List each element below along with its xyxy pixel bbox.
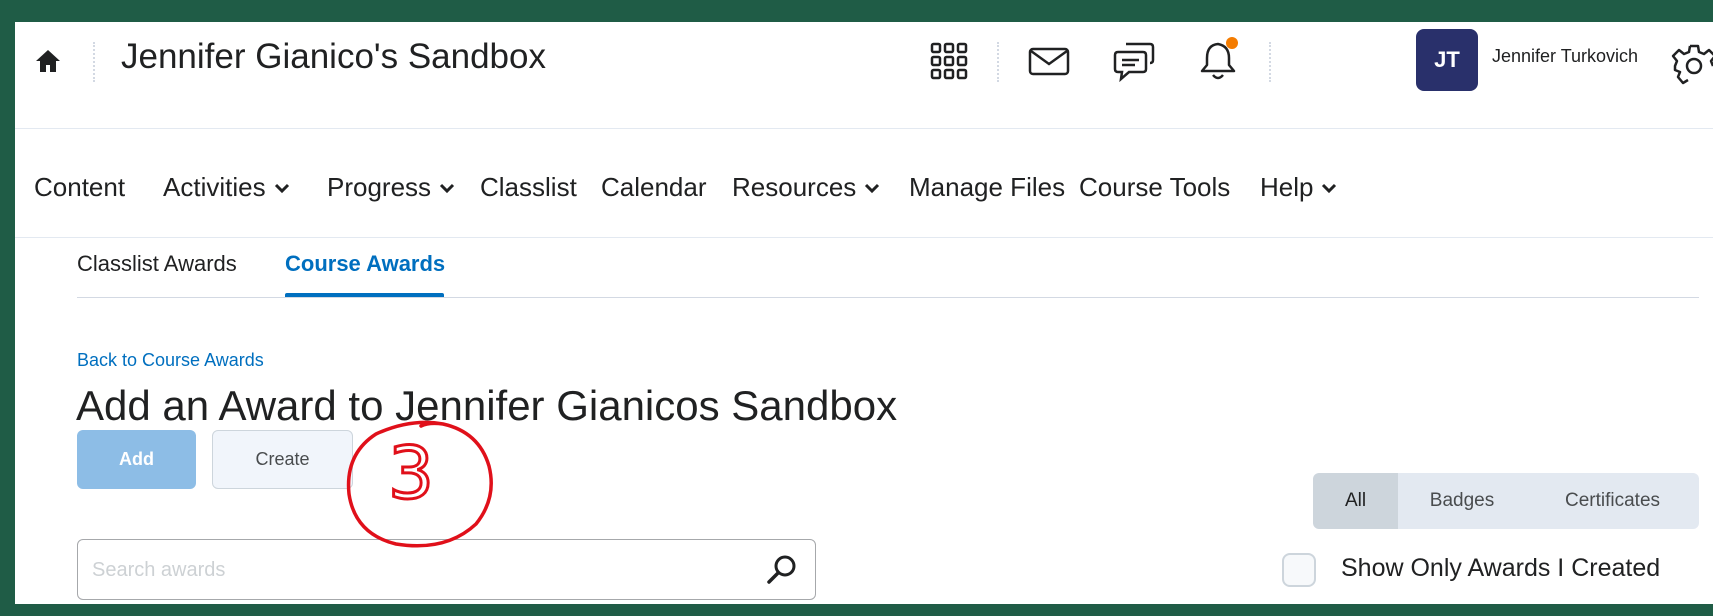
tabs-divider: [77, 297, 1699, 298]
email-icon: [1028, 47, 1070, 76]
filter-badges-button[interactable]: Badges: [1398, 473, 1526, 529]
checkbox-label[interactable]: Show Only Awards I Created: [1341, 554, 1660, 583]
search-icon: [767, 555, 796, 584]
nav-item-calendar[interactable]: Calendar: [601, 172, 707, 203]
nav-item-label: Content: [34, 172, 126, 202]
tab-classlist-awards[interactable]: Classlist Awards: [77, 251, 237, 277]
active-tab-indicator: [285, 293, 444, 297]
annotation-number: 3: [388, 431, 434, 515]
user-name[interactable]: Jennifer Turkovich: [1492, 46, 1638, 67]
chevron-down-icon: [439, 183, 455, 193]
chevron-down-icon: [865, 183, 880, 193]
header: Jennifer Gianico's Sandbox JT Jennifer T…: [15, 22, 1713, 128]
page: Jennifer Gianico's Sandbox JT Jennifer T…: [15, 22, 1713, 604]
show-only-mine-checkbox[interactable]: [1282, 553, 1316, 587]
nav-item-content[interactable]: Content: [34, 172, 125, 203]
header-divider: [93, 42, 95, 82]
chevron-down-icon: [274, 183, 289, 193]
course-navbar: Content Activities Progress Classlist Ca…: [15, 128, 1713, 238]
avatar[interactable]: JT: [1416, 29, 1478, 91]
nav-item-label: Help: [1260, 172, 1314, 202]
home-button[interactable]: [33, 46, 63, 76]
apps-button[interactable]: [928, 40, 970, 87]
add-button[interactable]: Add: [77, 430, 196, 489]
search-button[interactable]: [764, 552, 800, 588]
bell-icon: [1200, 37, 1238, 80]
search-input[interactable]: [92, 550, 732, 590]
nav-item-resources[interactable]: Resources: [732, 172, 880, 203]
nav-item-label: Course Tools: [1079, 172, 1231, 202]
notifications-button[interactable]: [1198, 32, 1244, 87]
nav-item-label: Progress: [327, 172, 432, 202]
nav-item-label: Calendar: [601, 172, 707, 202]
tab-course-awards[interactable]: Course Awards: [285, 251, 445, 277]
search-box: [77, 539, 816, 600]
gear-icon: [1671, 44, 1713, 85]
page-title: Add an Award to Jennifer Gianicos Sandbo…: [76, 382, 898, 429]
filter-all-button[interactable]: All: [1313, 473, 1398, 529]
settings-button[interactable]: [1670, 42, 1713, 95]
nav-item-label: Resources: [732, 172, 857, 202]
apps-grid-icon: [930, 42, 968, 80]
email-button[interactable]: [1027, 44, 1071, 83]
header-divider: [997, 42, 999, 82]
filter-certificates-button[interactable]: Certificates: [1526, 473, 1699, 529]
nav-item-label: Activities: [163, 172, 266, 202]
nav-item-activities[interactable]: Activities: [163, 172, 290, 203]
nav-item-course-tools[interactable]: Course Tools: [1079, 172, 1230, 203]
chevron-down-icon: [1322, 183, 1337, 193]
chat-button[interactable]: [1112, 38, 1156, 89]
award-type-filter: All Badges Certificates: [1313, 473, 1699, 529]
back-link[interactable]: Back to Course Awards: [77, 350, 264, 371]
create-button[interactable]: Create: [212, 430, 353, 489]
nav-item-label: Classlist: [480, 172, 577, 202]
header-divider: [1269, 42, 1271, 82]
chat-icon: [1113, 42, 1155, 83]
nav-item-classlist[interactable]: Classlist: [480, 172, 577, 203]
annotation-circle: 3: [346, 420, 493, 548]
window-frame-left: [0, 0, 15, 616]
nav-item-manage-files[interactable]: Manage Files: [909, 172, 1065, 203]
nav-item-label: Manage Files: [909, 172, 1066, 202]
nav-item-help[interactable]: Help: [1260, 172, 1337, 203]
window-frame-top: [0, 0, 1713, 22]
home-icon: [36, 50, 60, 72]
window-frame-bottom: [0, 604, 1713, 616]
org-title[interactable]: Jennifer Gianico's Sandbox: [121, 37, 546, 77]
nav-item-progress[interactable]: Progress: [327, 172, 455, 203]
